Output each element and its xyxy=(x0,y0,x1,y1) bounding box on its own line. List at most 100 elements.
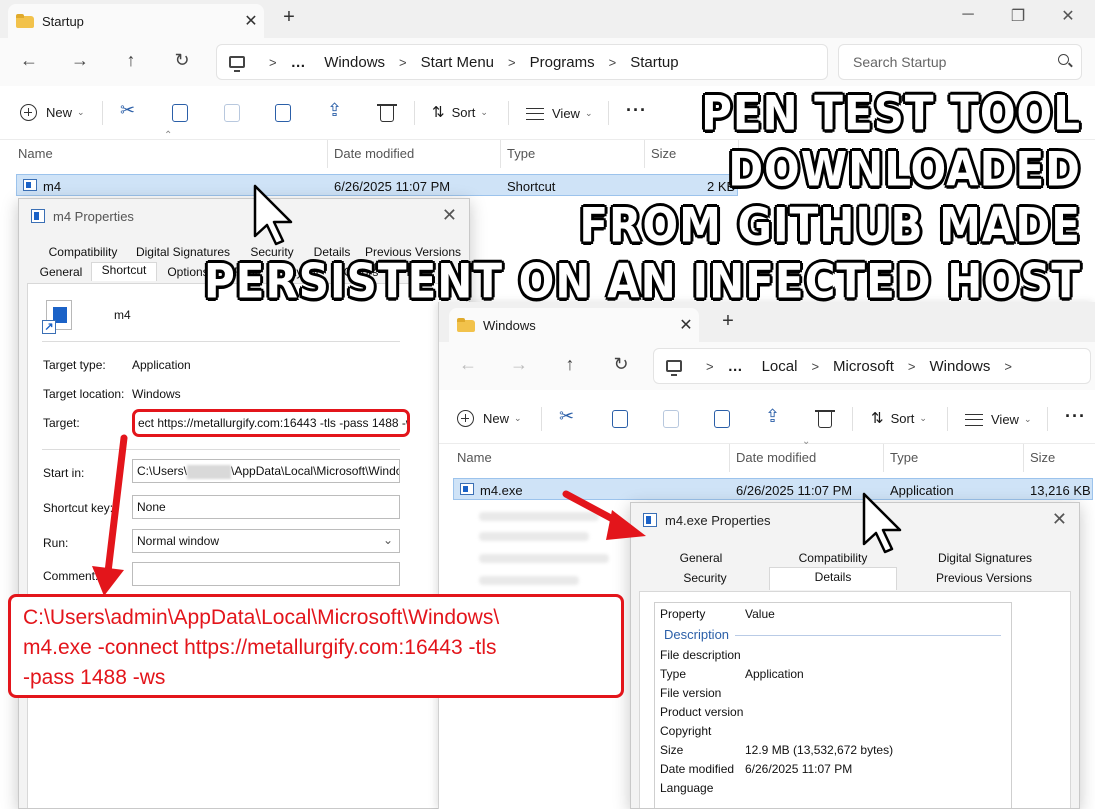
column-name[interactable]: Name xyxy=(18,146,53,161)
new-label: New xyxy=(46,105,73,120)
target-input[interactable]: ect https://metallurgify.com:16443 -tls … xyxy=(132,409,410,437)
cut-button[interactable]: ✂ xyxy=(120,100,135,121)
back-button[interactable]: ← xyxy=(453,354,483,375)
rename-icon xyxy=(714,410,730,428)
close-window-button[interactable]: ✕ xyxy=(1046,6,1090,26)
redacted-username xyxy=(187,464,232,479)
comment-label: Comment: xyxy=(43,569,99,583)
shortcut-file-icon xyxy=(23,179,37,191)
tab-title: Startup xyxy=(42,13,84,29)
column-size[interactable]: Size xyxy=(1030,450,1055,465)
column-type[interactable]: Type xyxy=(890,450,918,465)
sort-button[interactable]: ⇅ Sort ⌄ xyxy=(871,409,927,427)
address-bar[interactable]: > … > Windows > Start Menu > Programs > … xyxy=(216,44,828,80)
column-value[interactable]: Value xyxy=(745,607,775,621)
breadcrumb-startup[interactable]: Startup xyxy=(630,54,678,71)
list-item xyxy=(479,532,589,541)
tab-compatibility[interactable]: Compatibility xyxy=(39,245,127,259)
chevron-down-icon: ⌄ xyxy=(1023,414,1032,424)
cut-button[interactable]: ✂ xyxy=(559,406,574,427)
refresh-button[interactable]: ↻ xyxy=(606,354,636,375)
paste-button[interactable] xyxy=(663,410,679,428)
close-tab-icon[interactable]: ✕ xyxy=(238,11,264,31)
search-input[interactable]: Search Startup xyxy=(838,44,1082,80)
breadcrumb-programs[interactable]: Programs xyxy=(530,54,595,71)
close-tab-icon[interactable]: ✕ xyxy=(673,315,699,335)
up-button[interactable]: ↑ xyxy=(116,50,146,71)
view-label: View xyxy=(991,412,1019,427)
column-date-modified[interactable]: Date modified xyxy=(736,450,816,465)
paste-icon xyxy=(663,410,679,428)
tab-general[interactable]: General xyxy=(31,265,91,281)
shortcut-key-label: Shortcut key: xyxy=(43,501,114,515)
back-button[interactable]: ← xyxy=(14,50,44,71)
tab-title: Windows xyxy=(483,317,536,333)
search-icon xyxy=(1058,54,1069,65)
tab-general[interactable]: General xyxy=(641,551,761,565)
chevron-right-icon: > xyxy=(399,54,407,70)
startup-navbar: ← → ↑ ↻ > … > Windows > Start Menu > Pro… xyxy=(0,38,1095,86)
up-button[interactable]: ↑ xyxy=(555,354,585,375)
scissors-icon: ✂ xyxy=(559,406,575,426)
file-type: Application xyxy=(890,483,954,498)
address-bar[interactable]: > … Local > Microsoft > Windows > xyxy=(653,348,1091,384)
view-button[interactable]: View ⌄ xyxy=(965,412,1032,427)
property-key: File version xyxy=(660,686,722,700)
breadcrumb-microsoft[interactable]: Microsoft xyxy=(833,358,894,375)
target-location-value: Windows xyxy=(132,387,181,401)
new-button[interactable]: New ⌄ xyxy=(20,104,85,121)
search-placeholder: Search Startup xyxy=(853,54,947,70)
new-tab-button[interactable]: + xyxy=(276,6,302,29)
tab-details[interactable]: Details xyxy=(769,567,897,590)
new-label: New xyxy=(483,411,510,426)
tab-previous-versions[interactable]: Previous Versions xyxy=(897,571,1071,590)
target-label: Target: xyxy=(43,416,80,430)
new-button[interactable]: New ⌄ xyxy=(457,410,522,427)
close-icon[interactable]: ✕ xyxy=(1052,509,1067,530)
forward-button[interactable]: → xyxy=(65,50,95,71)
exe-properties-dialog: m4.exe Properties ✕ General Compatibilit… xyxy=(630,502,1080,809)
tab-compatibility[interactable]: Compatibility xyxy=(761,551,905,565)
run-select[interactable]: Normal window ⌄ xyxy=(132,529,400,553)
headline-line: PEN TEST TOOL xyxy=(701,86,1081,141)
callout-line: C:\Users\admin\AppData\Local\Microsoft\W… xyxy=(23,606,500,629)
copy-button[interactable] xyxy=(172,104,188,122)
refresh-button[interactable]: ↻ xyxy=(167,50,197,71)
breadcrumb-windows[interactable]: Windows xyxy=(929,358,990,375)
maximize-button[interactable]: ❐ xyxy=(996,6,1040,26)
new-tab-button[interactable]: + xyxy=(715,310,741,333)
breadcrumb-start-menu[interactable]: Start Menu xyxy=(421,54,494,71)
shortcut-key-input[interactable]: None xyxy=(132,495,400,519)
column-property[interactable]: Property xyxy=(660,607,705,621)
column-name[interactable]: Name xyxy=(457,450,492,465)
callout-line: m4.exe -connect https://metallurgify.com… xyxy=(23,636,497,659)
tab-digital-signatures[interactable]: Digital Signatures xyxy=(905,551,1065,565)
breadcrumb-local[interactable]: Local xyxy=(762,358,798,375)
breadcrumb-overflow[interactable]: … xyxy=(728,358,744,375)
minimize-button[interactable]: ─ xyxy=(946,6,990,24)
breadcrumb-overflow[interactable]: … xyxy=(291,54,307,71)
chevron-down-icon: ⌄ xyxy=(382,533,393,547)
rename-button[interactable] xyxy=(714,410,730,428)
tab-shortcut[interactable]: Shortcut xyxy=(91,262,157,281)
delete-button[interactable] xyxy=(815,410,835,428)
this-pc-icon xyxy=(229,56,245,72)
file-date: 6/26/2025 11:07 PM xyxy=(736,483,853,498)
plus-icon xyxy=(20,104,37,121)
more-options-button[interactable]: ··· xyxy=(1065,406,1086,427)
comment-input[interactable] xyxy=(132,562,400,586)
this-pc-icon xyxy=(666,360,682,376)
shortcut-name: m4 xyxy=(114,308,131,322)
start-in-input[interactable]: C:\Users\ \AppData\Local\Microsoft\Window… xyxy=(132,459,400,483)
breadcrumb-windows[interactable]: Windows xyxy=(324,54,385,71)
forward-button[interactable]: → xyxy=(504,354,534,375)
tab-security[interactable]: Security xyxy=(641,571,769,590)
copy-button[interactable] xyxy=(612,410,628,428)
property-list[interactable]: Property Value Description File descript… xyxy=(654,602,1012,808)
chevron-right-icon: > xyxy=(608,54,617,70)
callout-text: C:\Users\admin\AppData\Local\Microsoft\W… xyxy=(23,603,499,693)
table-row[interactable]: m4.exe 6/26/2025 11:07 PM Application 13… xyxy=(453,478,1093,500)
tab-startup[interactable]: Startup ✕ xyxy=(8,4,264,38)
share-button[interactable]: ⇪ xyxy=(765,406,780,427)
file-name: m4.exe xyxy=(480,483,523,498)
